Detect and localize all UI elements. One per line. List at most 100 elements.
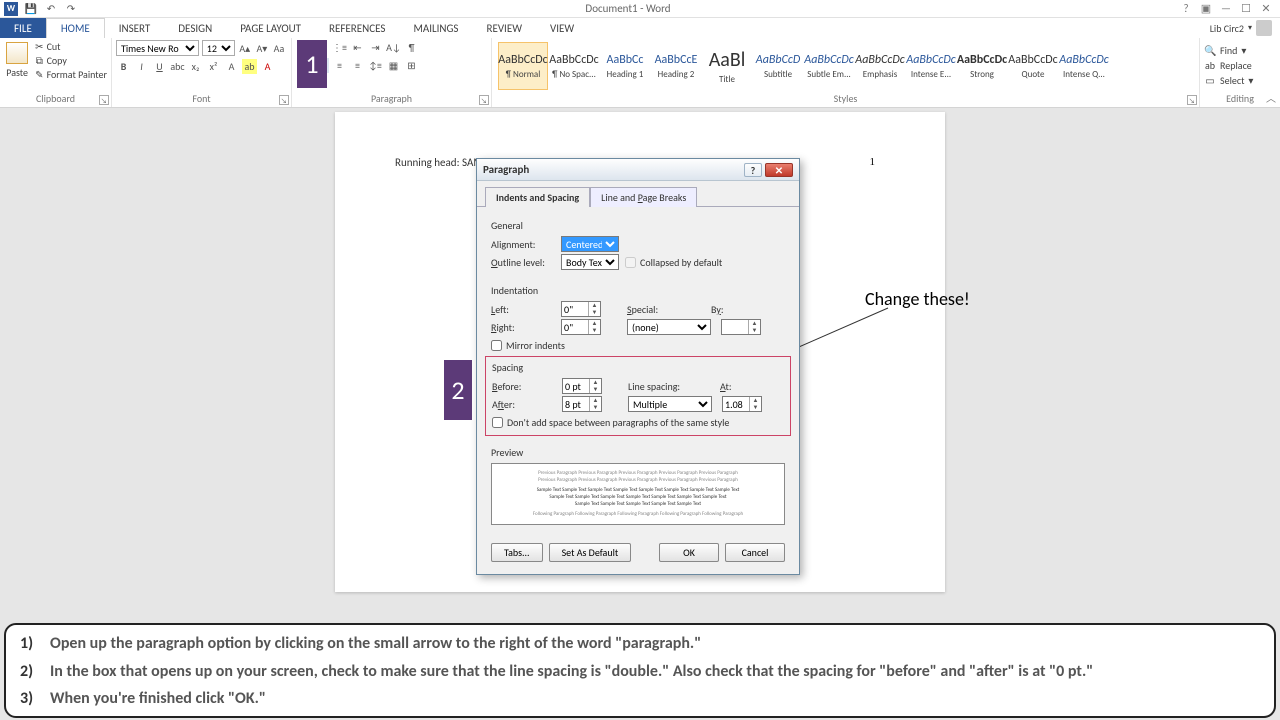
shading-button[interactable]: ▦ (386, 58, 401, 73)
by-label: By: (711, 303, 737, 316)
title-bar: W 💾 ↶ ↷ Document1 - Word ? ▣ — ☐ ✕ (0, 0, 1280, 18)
copy-button[interactable]: ⧉ Copy (34, 54, 107, 67)
style-item[interactable]: AaBlTitle (702, 42, 752, 90)
ribbon-tabs: FILE HOME INSERT DESIGN PAGE LAYOUT REFE… (0, 18, 1280, 38)
line-spacing-button[interactable]: ↕≡ (368, 58, 383, 73)
redo-icon[interactable]: ↷ (64, 2, 78, 16)
mirror-checkbox[interactable] (491, 340, 502, 351)
dialog-help-icon[interactable]: ? (744, 163, 762, 177)
alignment-select[interactable]: Centered (561, 236, 619, 252)
select-button[interactable]: ▭Select ▾ (1204, 74, 1274, 87)
tab-mailings[interactable]: MAILINGS (399, 18, 472, 38)
ribbon-options-icon[interactable]: ▣ (1198, 2, 1214, 15)
collapse-ribbon-icon[interactable]: ︿ (1266, 90, 1276, 105)
undo-icon[interactable]: ↶ (44, 2, 58, 16)
tab-review[interactable]: REVIEW (472, 18, 536, 38)
after-spinner[interactable]: ▲▼ (562, 396, 602, 412)
by-spinner[interactable]: ▲▼ (721, 319, 761, 335)
group-label-styles: Styles (496, 92, 1195, 107)
dialog-close-icon[interactable]: ✕ (765, 163, 793, 177)
outline-select[interactable]: Body Text (561, 254, 619, 270)
paragraph-launcher[interactable]: ↘ (479, 95, 489, 105)
sort-button[interactable]: A↓ (386, 40, 401, 55)
find-button[interactable]: 🔍Find ▾ (1204, 44, 1274, 57)
clipboard-launcher[interactable]: ↘ (99, 95, 109, 105)
special-select[interactable]: (none) (627, 319, 711, 335)
format-painter-button[interactable]: ✎ Format Painter (34, 68, 107, 81)
dialog-tab-indents[interactable]: Indents and Spacing (485, 187, 590, 207)
ok-button[interactable]: OK (659, 543, 719, 562)
tab-design[interactable]: DESIGN (164, 18, 226, 38)
paste-icon (6, 42, 28, 64)
style-item[interactable]: AaBbCcDcQuote (1008, 42, 1058, 90)
align-right-button[interactable]: ≡ (332, 58, 347, 73)
bold-button[interactable]: B (116, 59, 131, 74)
section-general: General (491, 219, 785, 232)
justify-button[interactable]: ≡ (350, 58, 365, 73)
style-item[interactable]: AaBbCcDcIntense E... (906, 42, 956, 90)
help-icon[interactable]: ? (1178, 2, 1194, 15)
after-label: After: (492, 398, 556, 411)
borders-button[interactable]: ⊞ (404, 58, 419, 73)
style-item[interactable]: AaBbCcDcStrong (957, 42, 1007, 90)
user-account[interactable]: Lib Circ2 ▾ (1202, 18, 1280, 38)
font-size-select[interactable]: 12 (202, 40, 235, 56)
decrease-indent-button[interactable]: ⇤ (350, 40, 365, 55)
font-color-button[interactable]: A (260, 59, 275, 74)
style-item[interactable]: AaBbCcDSubtitle (753, 42, 803, 90)
before-label: Before: (492, 380, 556, 393)
dontadd-checkbox[interactable] (492, 417, 503, 428)
close-icon[interactable]: ✕ (1258, 2, 1274, 15)
highlight-button[interactable]: ab (242, 59, 257, 74)
style-item[interactable]: AaBbCcEHeading 2 (651, 42, 701, 90)
collapsed-label: Collapsed by default (640, 256, 722, 269)
tab-file[interactable]: FILE (0, 18, 46, 38)
tab-page-layout[interactable]: PAGE LAYOUT (226, 18, 315, 38)
tabs-button[interactable]: Tabs... (491, 543, 543, 562)
style-item[interactable]: AaBbCcDcIntense Q... (1059, 42, 1109, 90)
grow-font-icon[interactable]: A▴ (238, 41, 252, 56)
linespacing-select[interactable]: Multiple (628, 396, 712, 412)
underline-button[interactable]: U (152, 59, 167, 74)
alignment-label: Alignment: (491, 238, 555, 251)
maximize-icon[interactable]: ☐ (1238, 2, 1254, 15)
show-marks-button[interactable]: ¶ (404, 40, 419, 55)
text-effects-button[interactable]: A (224, 59, 239, 74)
superscript-button[interactable]: x² (206, 59, 221, 74)
tab-insert[interactable]: INSERT (105, 18, 165, 38)
right-spinner[interactable]: ▲▼ (561, 319, 601, 335)
subscript-button[interactable]: x₂ (188, 59, 203, 74)
tab-references[interactable]: REFERENCES (315, 18, 399, 38)
style-item[interactable]: AaBbCcDc¶ No Spac... (549, 42, 599, 90)
annotation-text: Change these! (865, 288, 970, 310)
font-name-select[interactable]: Times New Ro (116, 40, 199, 56)
tab-home[interactable]: HOME (46, 18, 105, 38)
change-case-icon[interactable]: Aa (272, 41, 286, 56)
save-icon[interactable]: 💾 (24, 2, 38, 16)
before-spinner[interactable]: ▲▼ (562, 378, 602, 394)
style-item[interactable]: AaBbCcHeading 1 (600, 42, 650, 90)
styles-gallery[interactable]: AaBbCcDc¶ NormalAaBbCcDc¶ No Spac...AaBb… (496, 40, 1195, 92)
minimize-icon[interactable]: — (1218, 2, 1234, 15)
replace-button[interactable]: abReplace (1204, 59, 1274, 72)
special-label: Special: (627, 303, 675, 316)
cut-button[interactable]: ✂ Cut (34, 40, 107, 53)
shrink-font-icon[interactable]: A▾ (255, 41, 269, 56)
styles-launcher[interactable]: ↘ (1187, 95, 1197, 105)
tab-view[interactable]: VIEW (536, 18, 588, 38)
at-spinner[interactable]: ▲▼ (722, 396, 762, 412)
multilevel-button[interactable]: ⋮≡ (332, 40, 347, 55)
cancel-button[interactable]: Cancel (725, 543, 785, 562)
style-item[interactable]: AaBbCcDcEmphasis (855, 42, 905, 90)
paste-button[interactable]: Paste (4, 40, 30, 81)
style-item[interactable]: AaBbCcDcSubtle Em... (804, 42, 854, 90)
style-item[interactable]: AaBbCcDc¶ Normal (498, 42, 548, 90)
font-launcher[interactable]: ↘ (279, 95, 289, 105)
dialog-tab-breaks[interactable]: Line and Page Breaks (590, 187, 697, 207)
strikethrough-button[interactable]: abc (170, 59, 185, 74)
increase-indent-button[interactable]: ⇥ (368, 40, 383, 55)
set-default-button[interactable]: Set As Default (549, 543, 632, 562)
dialog-titlebar[interactable]: Paragraph ? ✕ (477, 159, 799, 181)
left-spinner[interactable]: ▲▼ (561, 301, 601, 317)
italic-button[interactable]: I (134, 59, 149, 74)
